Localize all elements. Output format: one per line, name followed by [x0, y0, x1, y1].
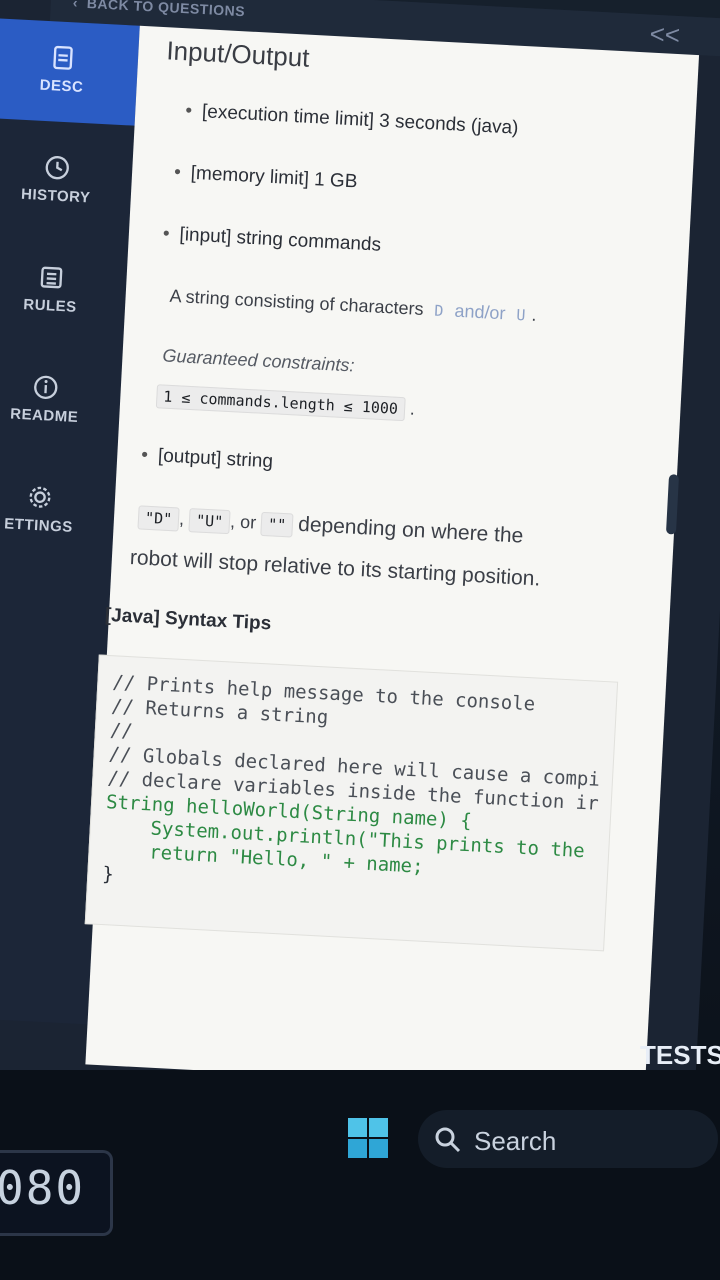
output-spec: [output] string	[141, 444, 273, 473]
search-label: Search	[474, 1126, 557, 1156]
output-or: , or	[229, 511, 257, 533]
monitor-frame: ‹ BACK TO QUESTIONS << DESC HISTORY RULE…	[0, 0, 720, 1280]
sidebar-item-label: README	[9, 405, 79, 427]
gear-icon	[29, 486, 51, 508]
constraint-row: 1 ≤ commands.length ≤ 1000 .	[155, 384, 416, 422]
back-to-questions-link[interactable]: ‹ BACK TO QUESTIONS	[73, 0, 246, 19]
memory-limit: [memory limit] 1 GB	[174, 162, 358, 194]
input-desc-mid: and/or	[453, 300, 507, 324]
sidebar-item-desc[interactable]: DESC	[0, 17, 140, 126]
back-label: BACK TO QUESTIONS	[86, 0, 246, 20]
constraints-label: Guaranteed constraints:	[162, 345, 355, 376]
input-desc-prefix: A string consisting of characters	[169, 285, 425, 320]
sidebar-item-label: DESC	[39, 76, 84, 96]
syntax-tips-title: [Java] Syntax Tips	[104, 604, 272, 635]
char-u: U	[515, 305, 526, 325]
sidebar-item-rules[interactable]: RULES	[0, 238, 128, 346]
counter-value: 080	[0, 1161, 86, 1215]
screen: ‹ BACK TO QUESTIONS << DESC HISTORY RULE…	[0, 0, 720, 1129]
code-block: // Prints help message to the console //…	[84, 654, 619, 952]
description-panel: Input/Output [execution time limit] 3 se…	[84, 25, 700, 1094]
search-icon	[435, 1127, 461, 1153]
output-desc-line2: robot will stop relative to its starting…	[129, 546, 541, 591]
output-d: "D"	[137, 505, 180, 532]
collapse-panel-button[interactable]: <<	[649, 19, 681, 52]
windows-start-icon[interactable]	[348, 1118, 388, 1158]
sidebar-item-label: ETTINGS	[3, 515, 74, 536]
list-icon	[40, 266, 63, 289]
output-empty: ""	[260, 511, 294, 538]
clock-icon	[45, 156, 69, 180]
taskbar-search[interactable]: Search	[418, 1110, 718, 1168]
panel-scrollbar[interactable]	[665, 474, 680, 535]
sidebar-item-label: RULES	[22, 296, 78, 316]
input-spec: [input] string commands	[162, 223, 382, 256]
constraint-code: 1 ≤ commands.length ≤ 1000	[155, 384, 406, 422]
sidebar-item-history[interactable]: HISTORY	[0, 128, 134, 236]
input-desc-suffix: .	[530, 304, 538, 325]
sidebar-item-label: HISTORY	[20, 185, 91, 207]
sidebar-item-settings[interactable]: ETTINGS	[0, 457, 117, 565]
output-u: "U"	[188, 508, 231, 535]
exec-time-limit: [execution time limit] 3 seconds (java)	[185, 100, 519, 139]
chevron-left-icon: ‹	[72, 0, 88, 11]
file-icon	[53, 45, 73, 70]
input-description: A string consisting of characters D and/…	[169, 286, 537, 326]
section-title: Input/Output	[165, 35, 311, 73]
output-description: "D", "U", or "" depending on where the	[137, 504, 524, 548]
char-d: D	[433, 301, 444, 321]
constraint-suffix: .	[409, 398, 416, 419]
monitor-counter-display: 080	[0, 1150, 113, 1236]
info-icon	[34, 375, 58, 400]
tab-tests[interactable]: TESTS	[640, 1040, 720, 1071]
sidebar-item-readme[interactable]: README	[0, 347, 123, 455]
output-desc: depending on where the	[297, 512, 524, 548]
